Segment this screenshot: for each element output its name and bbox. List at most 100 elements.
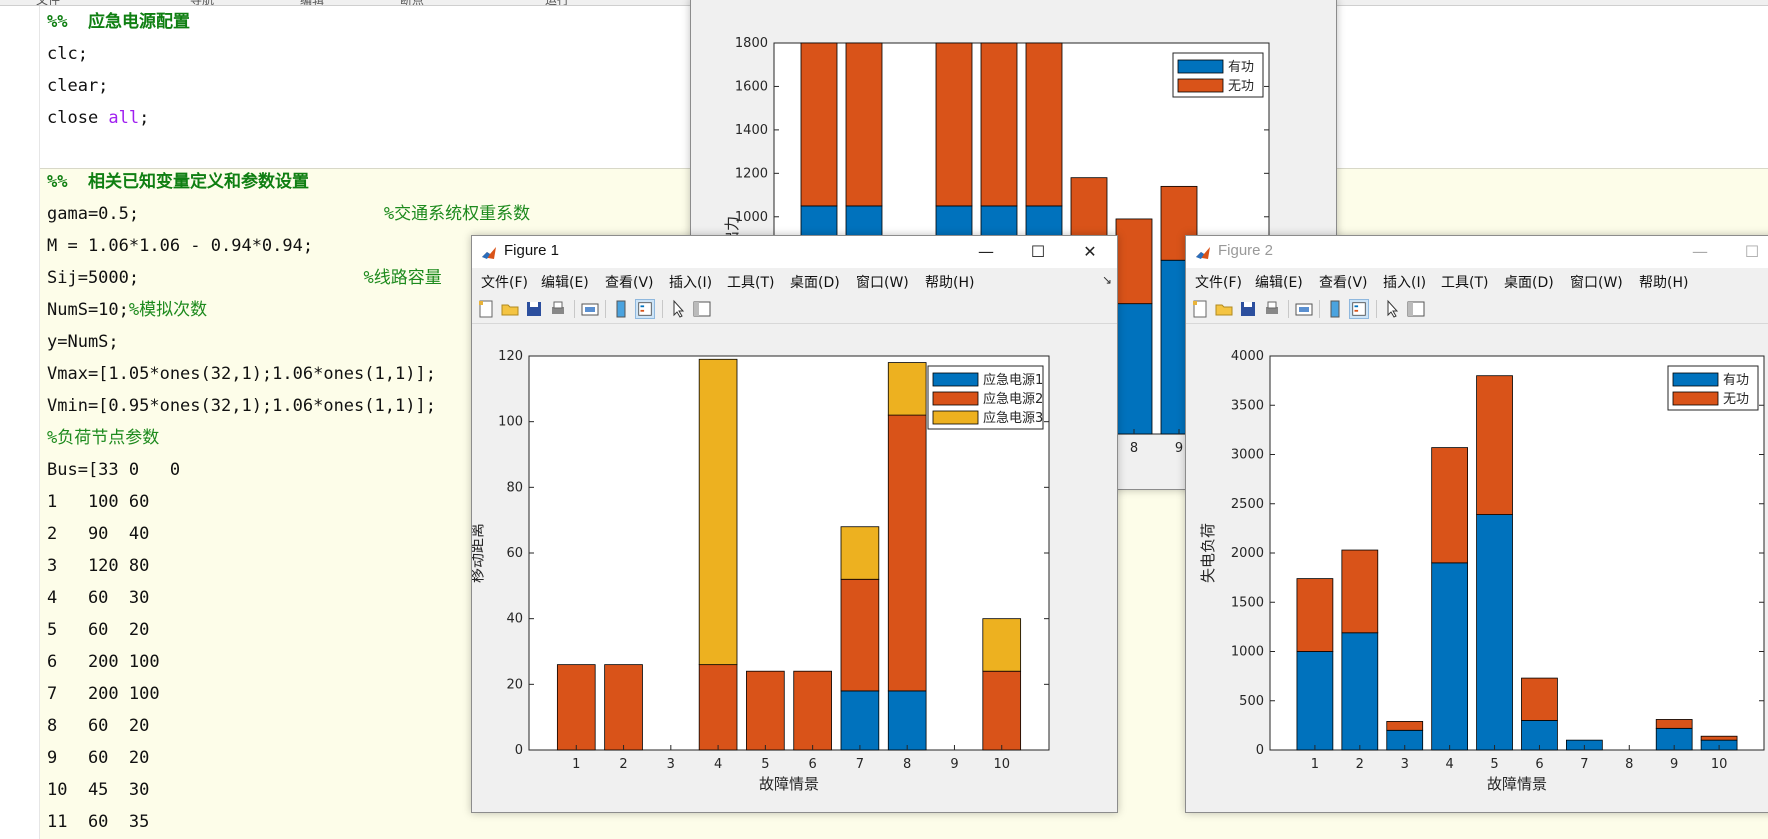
code-line[interactable]: 3 120 80 [47, 550, 149, 582]
minimize-button[interactable]: — [1674, 236, 1726, 268]
colorbar-icon[interactable] [1325, 299, 1345, 319]
code-line[interactable]: 4 60 30 [47, 582, 149, 614]
code-line[interactable]: 5 60 20 [47, 614, 149, 646]
link-plot-icon[interactable] [1294, 299, 1314, 319]
code-line[interactable]: clc; [47, 38, 88, 70]
colorbar-icon[interactable] [611, 299, 631, 319]
menu-bar: 文件(F) 编辑(E) 查看(V) 插入(I) 工具(T) 桌面(D) 窗口(W… [472, 268, 1117, 294]
property-editor-icon[interactable] [1406, 299, 1426, 319]
code-line[interactable]: 1 100 60 [47, 486, 149, 518]
print-icon[interactable] [548, 299, 568, 319]
save-icon[interactable] [1238, 299, 1258, 319]
menu-tools[interactable]: 工具(T) [1441, 272, 1488, 292]
code-line[interactable]: gama=0.5; %交通系统权重系数 [47, 198, 530, 230]
section-header-line[interactable]: %% 应急电源配置 [47, 6, 190, 38]
code-line[interactable]: 11 60 35 [47, 806, 149, 838]
bar-segment [982, 670, 1022, 751]
y-tick-label: 40 [506, 612, 523, 627]
y-tick-label: 2000 [1231, 546, 1264, 561]
maximize-button[interactable]: ☐ [1726, 236, 1768, 268]
code-line[interactable]: Vmin=[0.95*ones(32,1);1.06*ones(1,1)]; [47, 390, 436, 422]
menu-window[interactable]: 窗口(W) [1570, 272, 1623, 292]
code-line[interactable]: 2 90 40 [47, 518, 149, 550]
code-line[interactable]: clear; [47, 70, 108, 102]
toolbar-separator [574, 300, 575, 318]
y-tick-label: 0 [1256, 743, 1264, 758]
close-button[interactable]: ✕ [1064, 236, 1116, 268]
code-line[interactable]: M = 1.06*1.06 - 0.94*0.94; [47, 230, 313, 262]
figure-window-1[interactable]: Figure 1 — ☐ ✕ 文件(F) 编辑(E) 查看(V) 插入(I) 工… [471, 235, 1118, 813]
bar-segment [604, 664, 643, 751]
toolstrip-label[interactable]: 运行 [545, 0, 569, 5]
toolstrip-label[interactable]: 导航 [190, 0, 214, 5]
save-icon[interactable] [524, 299, 544, 319]
matlab-logo-icon [482, 247, 496, 259]
print-icon[interactable] [1262, 299, 1282, 319]
code-text: clc; [47, 44, 88, 64]
code-line[interactable]: 6 200 100 [47, 646, 160, 678]
y-tick-label: 1000 [1231, 645, 1264, 660]
bar-segment [1476, 514, 1513, 751]
code-line[interactable]: close all; [47, 102, 149, 134]
menu-view[interactable]: 查看(V) [1319, 272, 1368, 292]
title-bar[interactable]: Figure 2 — ☐ [1186, 236, 1768, 268]
bar-segment [982, 618, 1022, 672]
menu-window[interactable]: 窗口(W) [856, 272, 909, 292]
code-line[interactable]: Vmax=[1.05*ones(32,1);1.06*ones(1,1)]; [47, 358, 436, 390]
menu-insert[interactable]: 插入(I) [669, 272, 712, 292]
code-line[interactable]: %负荷节点参数 [47, 422, 159, 454]
figure-window-2[interactable]: Figure 2 — ☐ 文件(F) 编辑(E) 查看(V) 插入(I) 工具(… [1185, 235, 1768, 813]
menu-insert[interactable]: 插入(I) [1383, 272, 1426, 292]
comment-text: %模拟次数 [128, 300, 208, 320]
code-line[interactable]: Bus=[33 0 0 [47, 454, 180, 486]
toolbar-separator [605, 300, 606, 318]
title-bar[interactable]: Figure 1 — ☐ ✕ [472, 236, 1117, 268]
bar-segment [840, 578, 880, 692]
legend-icon[interactable] [635, 299, 655, 319]
toolstrip-label[interactable]: 断点 [400, 0, 424, 5]
code-line[interactable]: Sij=5000; %线路容量 [47, 262, 442, 294]
menu-edit[interactable]: 编辑(E) [541, 272, 589, 292]
x-tick-label: 6 [1535, 757, 1543, 772]
toolstrip-label[interactable]: 编辑 [300, 0, 324, 5]
new-figure-icon[interactable] [476, 299, 496, 319]
menu-desktop[interactable]: 桌面(D) [790, 272, 840, 292]
code-text: Vmin=[0.95*ones(32,1);1.06*ones(1,1)]; [47, 396, 436, 416]
pointer-icon[interactable] [1382, 299, 1402, 319]
y-tick-label: 60 [506, 546, 523, 561]
bar-segment [887, 414, 927, 692]
menu-file[interactable]: 文件(F) [481, 272, 528, 292]
code-text: 1 100 60 [47, 492, 150, 512]
menu-file[interactable]: 文件(F) [1195, 272, 1242, 292]
menu-edit[interactable]: 编辑(E) [1255, 272, 1303, 292]
chart-figure2: 1 2 3 4 5 6 7 8 9 10 0 500 1000 1500 2000 2500 3000 3500 4… [1199, 349, 1765, 793]
code-text: y=NumS; [47, 332, 119, 352]
section-header-line[interactable]: %% 相关已知变量定义和参数设置 [47, 166, 309, 198]
menu-view[interactable]: 查看(V) [605, 272, 654, 292]
menu-desktop[interactable]: 桌面(D) [1504, 272, 1554, 292]
x-tick-label: 10 [1711, 757, 1728, 772]
new-figure-icon[interactable] [1190, 299, 1210, 319]
code-line[interactable]: 8 60 20 [47, 710, 149, 742]
minimize-button[interactable]: — [960, 236, 1012, 268]
code-line[interactable]: 7 200 100 [47, 678, 160, 710]
bar-segment [1025, 42, 1063, 207]
property-editor-icon[interactable] [692, 299, 712, 319]
link-plot-icon[interactable] [580, 299, 600, 319]
open-file-icon[interactable] [500, 299, 520, 319]
legend-icon[interactable] [1349, 299, 1369, 319]
pointer-icon[interactable] [668, 299, 688, 319]
code-line[interactable]: y=NumS; [47, 326, 119, 358]
maximize-button[interactable]: ☐ [1012, 236, 1064, 268]
code-line[interactable]: 9 60 20 [47, 742, 149, 774]
menu-tools[interactable]: 工具(T) [727, 272, 774, 292]
code-line[interactable]: 10 45 30 [47, 774, 149, 806]
legend-label: 无功 [1723, 392, 1749, 407]
menu-help[interactable]: 帮助(H) [925, 272, 974, 292]
code-line[interactable]: NumS=10;%模拟次数 [47, 294, 207, 326]
menu-help[interactable]: 帮助(H) [1639, 272, 1688, 292]
toolbar-separator [1288, 300, 1289, 318]
open-file-icon[interactable] [1214, 299, 1234, 319]
dock-arrow-icon[interactable]: ↘ [1102, 273, 1112, 287]
bar-segment [840, 690, 880, 751]
